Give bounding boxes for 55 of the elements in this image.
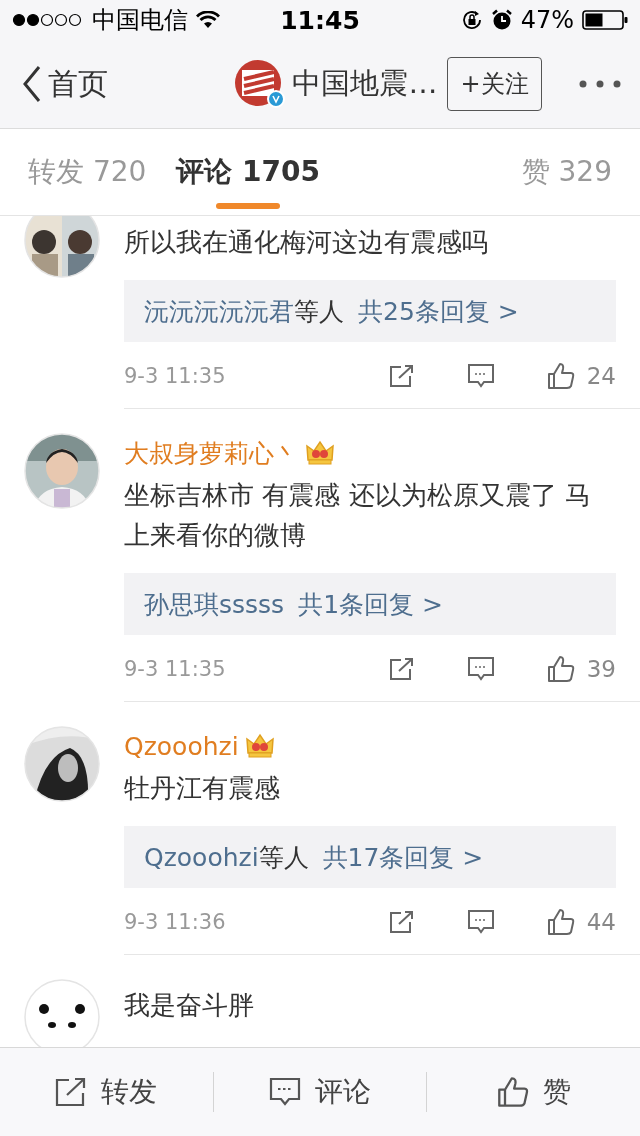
- follow-button[interactable]: +关注: [447, 57, 542, 111]
- comment-time: 9-3 11:36: [124, 910, 226, 934]
- more-icon[interactable]: [578, 79, 622, 89]
- battery-percent: 47%: [520, 6, 574, 34]
- reply-count[interactable]: 共17条回复 >: [322, 840, 484, 874]
- account-logo-icon: [234, 59, 287, 109]
- comment-icon: [269, 1077, 301, 1107]
- comment-icon[interactable]: [466, 363, 495, 389]
- comment-text: 牡丹江有震感: [124, 772, 281, 805]
- reply-users[interactable]: 孙思琪sssss: [144, 587, 285, 621]
- back-button[interactable]: 首页: [22, 63, 108, 105]
- reply-users[interactable]: Qzooohzi: [144, 842, 259, 872]
- status-time: 11:45: [280, 5, 360, 35]
- share-icon[interactable]: [388, 657, 415, 681]
- share-icon[interactable]: [388, 910, 415, 934]
- user-name[interactable]: 大叔身萝莉心丶: [124, 436, 299, 470]
- reply-users[interactable]: 沅沅沅沅沅君: [144, 294, 294, 328]
- alarm-icon: [490, 9, 513, 31]
- like-count: 24: [586, 363, 616, 389]
- comment-text: 我是奋斗胖: [124, 989, 255, 1022]
- like-count: 44: [586, 909, 616, 935]
- tab[interactable]: 转发 720: [28, 129, 147, 215]
- tab[interactable]: 评论 1705: [176, 129, 321, 215]
- like-button[interactable]: 赞: [427, 1048, 640, 1136]
- rotation-lock-icon: [460, 9, 483, 31]
- thumbs-up-icon: [496, 1076, 529, 1108]
- reply-summary[interactable]: 沅沅沅沅沅君等人 共25条回复 >: [124, 280, 616, 342]
- reply-count[interactable]: 共25条回复 >: [358, 294, 519, 328]
- reply-summary[interactable]: Qzooohzi等人 共17条回复 >: [124, 826, 616, 888]
- reply-users-suffix: 等人: [258, 841, 309, 874]
- comment-icon[interactable]: [466, 656, 495, 682]
- comment-text: 所以我在通化梅河这边有震感吗: [124, 226, 489, 259]
- share-icon[interactable]: [388, 364, 415, 388]
- back-icon: [22, 65, 42, 103]
- carrier-name: 中国电信: [92, 5, 188, 36]
- comment-icon[interactable]: [466, 909, 495, 935]
- reply-summary[interactable]: 孙思琪sssss 共1条回复 >: [124, 573, 616, 635]
- repost-button[interactable]: 转发: [0, 1048, 213, 1136]
- like-count: 39: [586, 656, 616, 682]
- thumbs-up-icon[interactable]: [546, 362, 575, 390]
- comment-time: 9-3 11:35: [124, 657, 226, 681]
- reply-users-suffix: 等人: [294, 295, 344, 328]
- reply-count[interactable]: 共1条回复 >: [298, 587, 443, 621]
- thumbs-up-icon[interactable]: [546, 908, 575, 936]
- wifi-icon: [196, 11, 220, 29]
- user-name[interactable]: Qzooohzi: [124, 731, 239, 761]
- comment-button[interactable]: 评论: [213, 1048, 427, 1136]
- tab[interactable]: 赞 329: [521, 129, 612, 215]
- thumbs-up-icon[interactable]: [546, 655, 575, 683]
- comment-text: 坐标吉林市 有震感 还以为松原又震了 马上来看你的微博: [124, 479, 592, 552]
- share-icon: [55, 1077, 88, 1107]
- comment-time: 9-3 11:35: [124, 364, 226, 388]
- signal-icon: [12, 13, 84, 27]
- battery-icon: [582, 10, 628, 30]
- account-name[interactable]: 中国地震…: [292, 64, 438, 104]
